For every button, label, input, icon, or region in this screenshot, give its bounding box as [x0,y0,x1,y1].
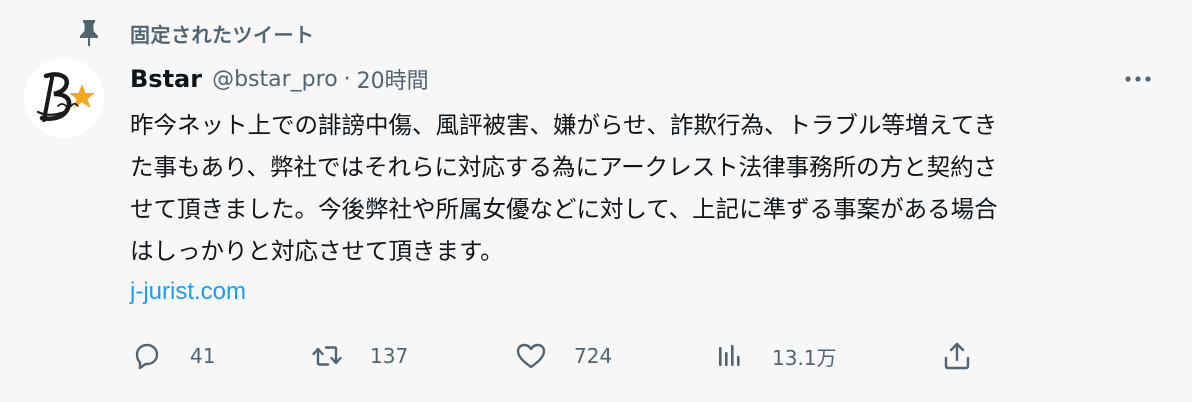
share-button[interactable] [940,336,974,376]
action-bar: 41 137 724 13.1万 [130,336,990,376]
like-count: 724 [574,344,613,368]
views-icon [719,345,740,366]
tweet-text: 昨今ネット上での誹謗中傷、風評被害、嫌がらせ、詐欺行為、トラブル等増えてき た事… [130,104,1170,272]
like-button[interactable]: 724 [514,336,612,376]
display-name[interactable]: Bstar [130,65,202,93]
avatar[interactable] [24,58,104,138]
pin-icon [76,18,102,48]
retweet-button[interactable]: 137 [310,336,408,376]
tweet-header: Bstar @bstar_pro · 20時間 [130,62,429,96]
reply-count: 41 [190,344,216,368]
tweet-link[interactable]: j-jurist.com [130,272,246,312]
timestamp[interactable]: 20時間 [357,63,429,95]
tweet-text-line: 昨今ネット上での誹謗中傷、風評被害、嫌がらせ、詐欺行為、トラブル等増えてき [130,111,998,139]
user-handle[interactable]: @bstar_pro [212,67,338,92]
tweet-text-line: た事もあり、弊社ではそれらに対応する為にアークレスト法律事務所の方と契約さ [130,153,998,181]
tweet[interactable]: 固定されたツイート Bstar @bstar_pro · 20時間 昨今ネット上… [0,0,1192,402]
bstar-logo [24,58,104,138]
pinned-label: 固定されたツイート [130,22,315,47]
more-icon [1125,76,1151,82]
more-options-button[interactable] [1118,64,1158,94]
views-count: 13.1万 [772,345,837,370]
reply-icon [135,343,159,370]
tweet-text-line: せて頂きました。今後弊社や所属女優などに対して、上記に準ずる事案がある場合 [130,195,998,223]
pinned-tweet-indicator: 固定されたツイート [76,18,315,48]
heart-icon [516,343,546,369]
separator-dot: · [343,66,351,92]
retweet-icon [312,346,342,366]
share-icon [944,342,970,370]
views-button[interactable]: 13.1万 [712,336,837,376]
retweet-count: 137 [370,344,409,368]
tweet-text-line: はしっかりと対応させて頂きます。 [130,237,504,265]
reply-button[interactable]: 41 [130,336,215,376]
